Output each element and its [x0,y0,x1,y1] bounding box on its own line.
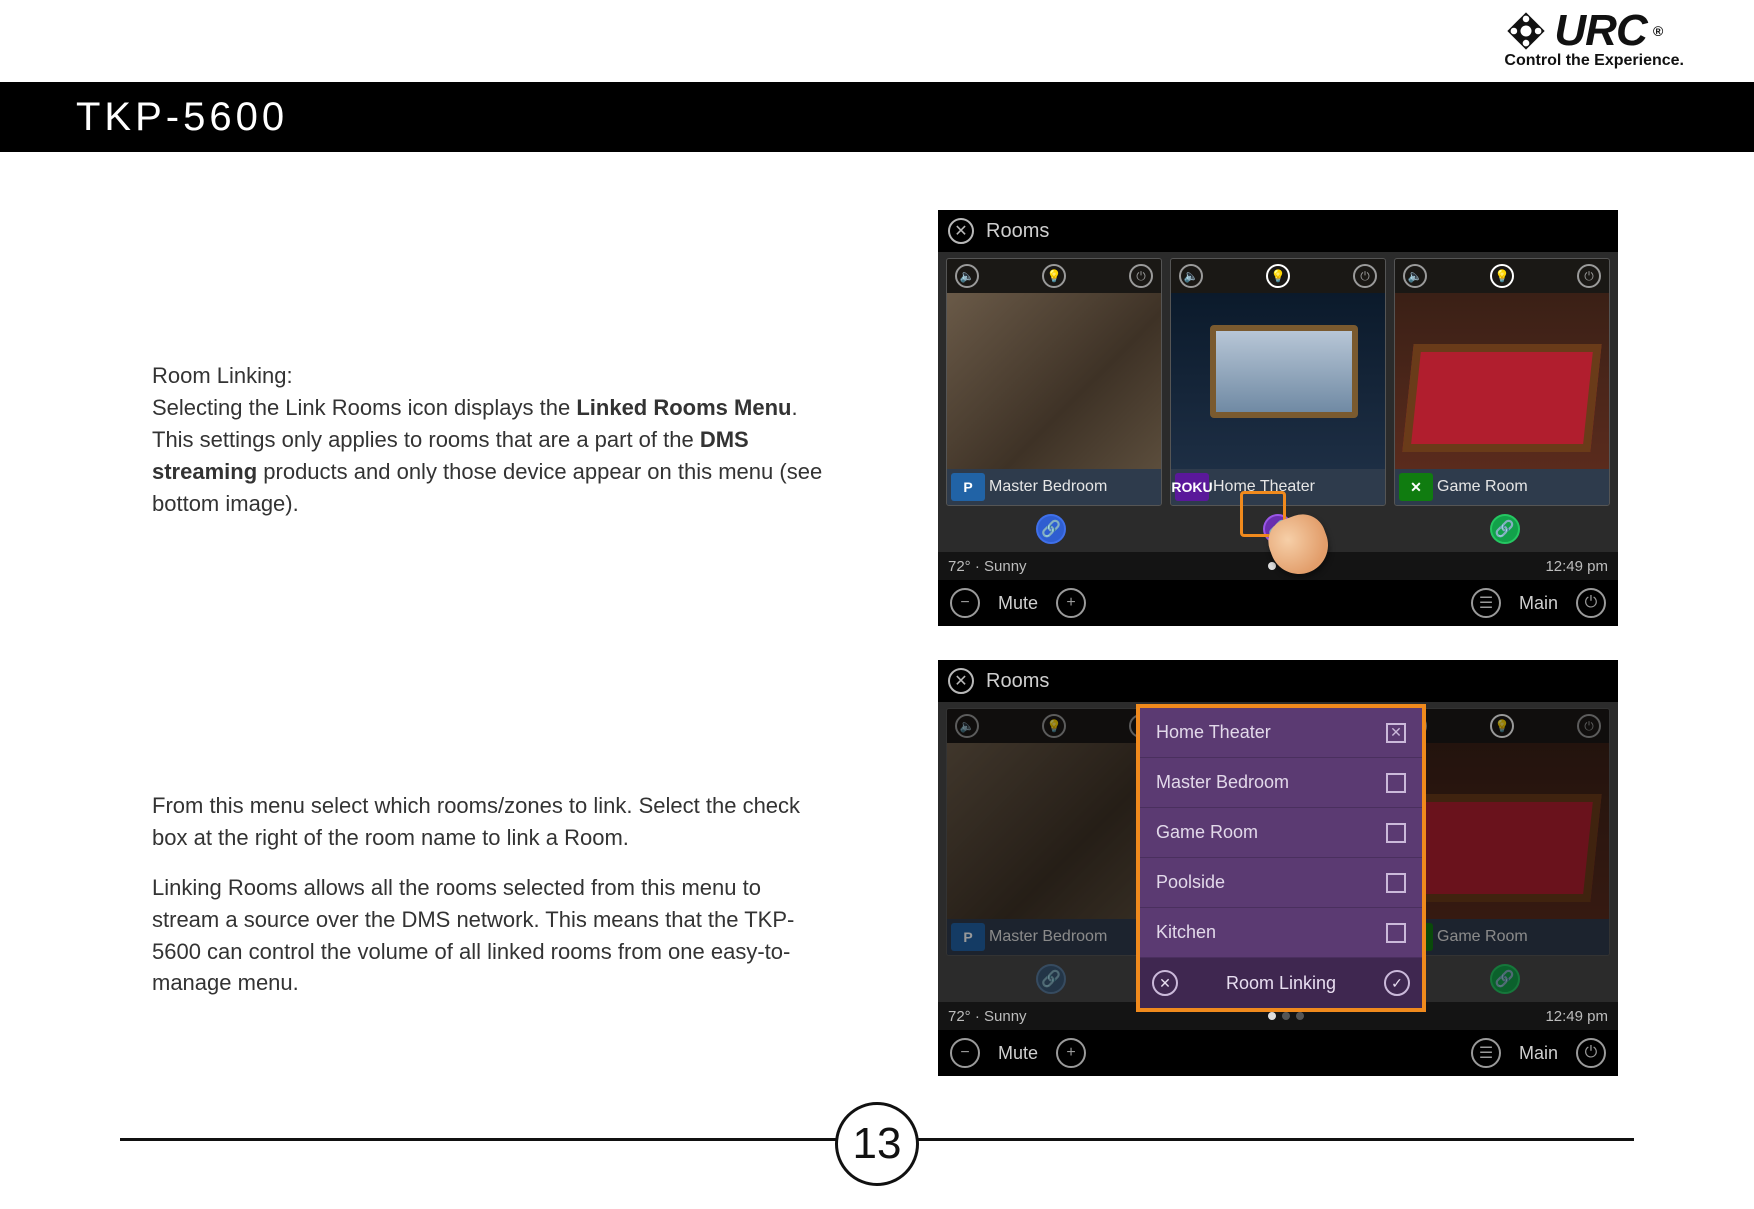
service-badge-pandora: P [951,473,985,501]
light-icon[interactable]: 💡 [1266,264,1290,288]
close-icon[interactable]: ✕ [948,668,974,694]
brand-name: URC [1554,6,1646,56]
mute-label[interactable]: Mute [998,593,1038,614]
page-dots [1268,1012,1304,1020]
room-photo [947,743,1161,919]
cancel-icon[interactable]: ✕ [1152,970,1178,996]
link-room-icon[interactable]: 🔗 [1036,514,1066,544]
power-icon: ⏻ [1577,714,1601,738]
room-photo [1395,293,1609,469]
room-label: Master Bedroom [989,928,1107,946]
topbar-title: Rooms [986,220,1049,243]
room-cards-row: 🔈 💡 ⏻ P Master Bedroom 🔈 💡 ⏻ ROKU Home T… [938,252,1618,506]
main-label[interactable]: Main [1519,593,1558,614]
volume-up-button[interactable]: + [1056,588,1086,618]
section-linking-instructions: From this menu select which rooms/zones … [152,790,832,1017]
page-number: 13 [835,1102,919,1186]
room-card-master-bedroom: 🔈 💡 ⏻ P Master Bedroom [946,708,1162,956]
checkbox-checked[interactable] [1386,723,1406,743]
volume-icon[interactable]: 🔈 [1179,264,1203,288]
registered-mark: ® [1653,23,1662,39]
screenshot-topbar: ✕ Rooms [938,210,1618,252]
volume-down-button[interactable]: − [950,588,980,618]
room-label: Game Room [1437,478,1528,496]
mute-label[interactable]: Mute [998,1043,1038,1064]
link-room-icon: 🔗 [1490,964,1520,994]
screenshot-rooms-overview: ✕ Rooms 🔈 💡 ⏻ P Master Bedroom 🔈 💡 ⏻ [938,210,1618,618]
clock: 12:49 pm [1545,558,1608,575]
checkbox-unchecked[interactable] [1386,923,1406,943]
volume-icon: 🔈 [955,714,979,738]
menu-icon[interactable]: ☰ [1471,1038,1501,1068]
power-icon[interactable]: ⏻ [1576,588,1606,618]
bottom-bar: − Mute + ☰ Main ⏻ [938,580,1618,626]
popup-room-label: Poolside [1156,872,1225,893]
weather-status: 72° · Sunny [948,1008,1027,1025]
room-label: Master Bedroom [989,478,1107,496]
service-badge-roku: ROKU [1175,473,1209,501]
popup-title: Room Linking [1226,973,1336,994]
light-icon: 💡 [1490,714,1514,738]
service-badge-xbox: ✕ [1399,473,1433,501]
power-icon[interactable]: ⏻ [1129,264,1153,288]
weather-status: 72° · Sunny [948,558,1027,575]
popup-room-label: Master Bedroom [1156,772,1289,793]
light-icon[interactable]: 💡 [1042,264,1066,288]
topbar-title: Rooms [986,670,1049,693]
power-icon[interactable]: ⏻ [1577,264,1601,288]
link-icons-row: 🔗 🔗 🔗 [938,506,1618,552]
confirm-icon[interactable]: ✓ [1384,970,1410,996]
bottom-bar: − Mute + ☰ Main ⏻ [938,1030,1618,1076]
checkbox-unchecked[interactable] [1386,873,1406,893]
instruction-p2: Linking Rooms allows all the rooms selec… [152,872,832,1000]
room-label: Game Room [1437,928,1528,946]
power-icon[interactable]: ⏻ [1353,264,1377,288]
link-room-icon[interactable]: 🔗 [1490,514,1520,544]
popup-row-poolside[interactable]: Poolside [1140,858,1422,908]
popup-footer: ✕ Room Linking ✓ [1140,958,1422,1008]
brand-logo: URC ® Control the Experience. [1504,6,1684,70]
popup-row-home-theater[interactable]: Home Theater [1140,708,1422,758]
product-model: TKP-5600 [76,95,288,140]
volume-down-button[interactable]: − [950,1038,980,1068]
light-icon: 💡 [1042,714,1066,738]
menu-icon[interactable]: ☰ [1471,588,1501,618]
screenshot-topbar: ✕ Rooms [938,660,1618,702]
instruction-p1: From this menu select which rooms/zones … [152,790,832,854]
room-card-master-bedroom[interactable]: 🔈 💡 ⏻ P Master Bedroom [946,258,1162,506]
volume-icon[interactable]: 🔈 [1403,264,1427,288]
checkbox-unchecked[interactable] [1386,823,1406,843]
section-heading: Room Linking: [152,363,293,388]
clock: 12:49 pm [1545,1008,1608,1025]
service-badge-pandora: P [951,923,985,951]
link-room-icon: 🔗 [1036,964,1066,994]
room-card-game-room[interactable]: 🔈 💡 ⏻ ✕ Game Room [1394,258,1610,506]
room-photo [1395,743,1609,919]
body-text: Selecting the Link Rooms icon displays t… [152,395,576,420]
popup-row-kitchen[interactable]: Kitchen [1140,908,1422,958]
room-card-home-theater[interactable]: 🔈 💡 ⏻ ROKU Home Theater [1170,258,1386,506]
popup-room-label: Game Room [1156,822,1258,843]
light-icon[interactable]: 💡 [1490,264,1514,288]
linked-rooms-menu-term: Linked Rooms Menu [576,395,791,420]
room-photo [1171,293,1385,469]
room-card-game-room: 🔈 💡 ⏻ ✕ Game Room [1394,708,1610,956]
popup-room-label: Home Theater [1156,722,1271,743]
checkbox-unchecked[interactable] [1386,773,1406,793]
popup-row-game-room[interactable]: Game Room [1140,808,1422,858]
section-room-linking: Room Linking: Selecting the Link Rooms i… [152,360,832,537]
title-bar: TKP-5600 [0,82,1754,152]
main-label[interactable]: Main [1519,1043,1558,1064]
close-icon[interactable]: ✕ [948,218,974,244]
room-linking-popup: Home Theater Master Bedroom Game Room Po… [1136,704,1426,1012]
volume-icon[interactable]: 🔈 [955,264,979,288]
popup-room-label: Kitchen [1156,922,1216,943]
power-icon[interactable]: ⏻ [1576,1038,1606,1068]
screenshot-room-linking-popup: ✕ Rooms 🔈 💡 ⏻ P Master Bedroom 🔈 💡 [938,660,1618,1074]
volume-up-button[interactable]: + [1056,1038,1086,1068]
brand-diamond-icon [1504,9,1548,53]
brand-tagline: Control the Experience. [1504,52,1684,70]
room-photo [947,293,1161,469]
popup-row-master-bedroom[interactable]: Master Bedroom [1140,758,1422,808]
